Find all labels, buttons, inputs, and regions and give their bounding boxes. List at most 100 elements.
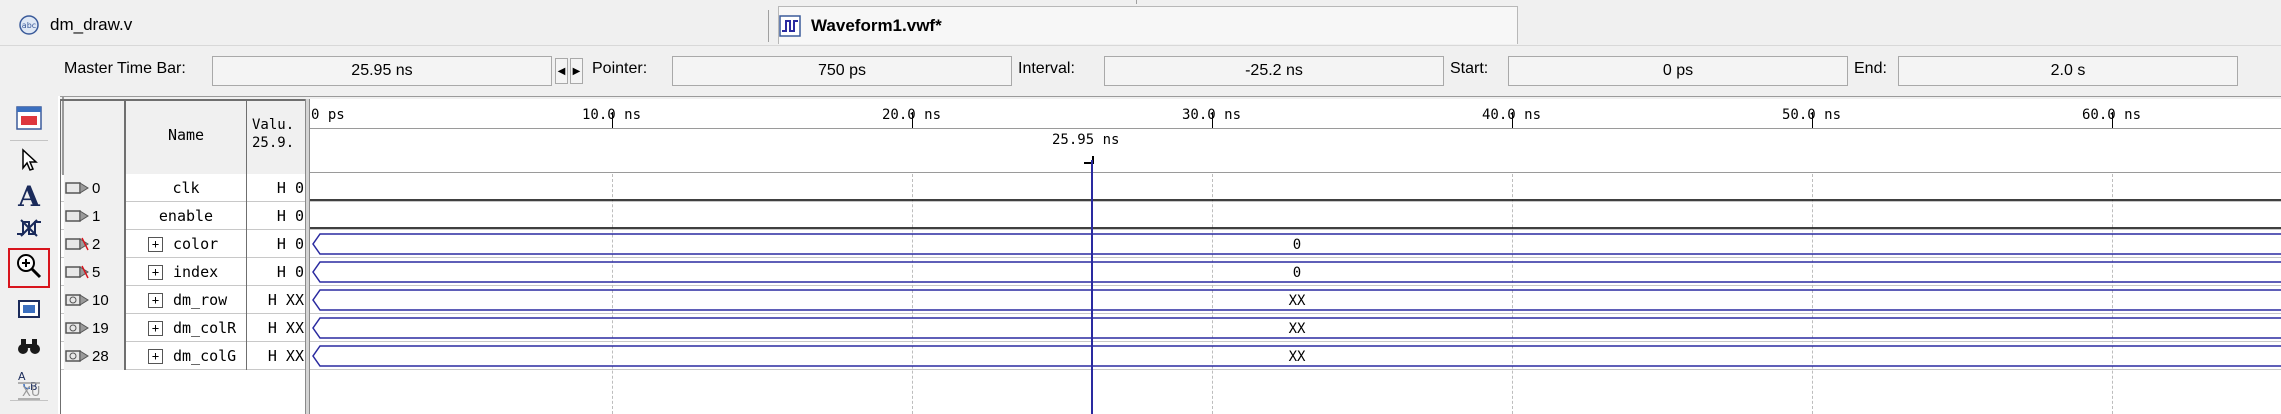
- value-column-header-line1: Valu.: [252, 117, 295, 133]
- svg-text:abc: abc: [22, 21, 36, 30]
- end-field: 2.0 s: [1898, 56, 2238, 86]
- input-pin-icon: [65, 210, 89, 222]
- uninitialized-button[interactable]: XU: [12, 378, 46, 408]
- name-column-header[interactable]: Name: [126, 126, 246, 144]
- column-divider: [246, 99, 247, 370]
- grid-border: [62, 97, 64, 175]
- uninitialized-icon: XU: [16, 379, 42, 408]
- signal-name: color: [173, 235, 219, 253]
- signal-index: 1: [92, 207, 101, 225]
- tab-waveform1[interactable]: Waveform1.vwf*: [778, 6, 1518, 44]
- tick-mark: [612, 112, 613, 128]
- master-time-bar-field[interactable]: 25.95 ns: [212, 56, 552, 86]
- signal-name-cell[interactable]: + dm_row: [126, 286, 246, 314]
- signal-index: 10: [92, 291, 109, 309]
- column-divider: [124, 99, 126, 370]
- signal-name-cell[interactable]: enable: [126, 202, 246, 230]
- prev-transition-button[interactable]: ◀: [555, 58, 568, 84]
- master-time-cursor[interactable]: [1091, 160, 1093, 414]
- signal-value-cell: H XX: [267, 347, 304, 365]
- tick-label: 0 ps: [311, 107, 345, 123]
- bus-value-label: XX: [1289, 293, 1306, 309]
- bus-value-label: XX: [1289, 321, 1306, 337]
- signal-index-cell[interactable]: 1: [64, 202, 126, 230]
- signal-index: 0: [92, 179, 101, 197]
- signal-value-cell: H 0: [276, 235, 304, 253]
- find-icon: [16, 335, 42, 362]
- tick-mark: [1212, 112, 1213, 128]
- waveform-editing-tool-button[interactable]: [12, 214, 46, 246]
- signal-name: enable: [158, 207, 214, 225]
- signal-index-cell[interactable]: 2: [64, 230, 126, 258]
- tab-dm-draw[interactable]: abc dm_draw.v: [18, 6, 758, 44]
- bus-pin-icon: [65, 265, 89, 279]
- signal-name-cell[interactable]: clk: [126, 174, 246, 202]
- expand-icon[interactable]: +: [148, 320, 163, 336]
- tab-divider: [1136, 0, 1137, 4]
- signal-index: 5: [92, 263, 101, 281]
- full-screen-icon: [17, 299, 41, 326]
- bus-value-label: XX: [1289, 349, 1306, 365]
- signal-value-cell: H XX: [267, 319, 304, 337]
- input-pin-icon: [65, 182, 89, 194]
- cursor-label-strip: [310, 129, 2281, 173]
- signal-name: index: [173, 263, 219, 281]
- signal-value-cell: H XX: [267, 291, 304, 309]
- signal-name: dm_row: [173, 291, 228, 309]
- document-tab-bar: abc dm_draw.v Waveform1.vwf*: [0, 0, 2281, 46]
- tab-label: Waveform1.vwf*: [811, 15, 942, 35]
- waveform-editor-button[interactable]: [12, 104, 46, 136]
- interval-field: -25.2 ns: [1104, 56, 1444, 86]
- waveform-editor-icon: [15, 105, 43, 136]
- zoom-tool-icon: [15, 252, 43, 285]
- signal-value-cell: H 0: [276, 263, 304, 281]
- expand-icon[interactable]: +: [148, 292, 163, 308]
- pointer-field: 750 ps: [672, 56, 1012, 86]
- signal-name: dm_colG: [173, 347, 237, 365]
- signal-name-cell[interactable]: + dm_colG: [126, 342, 246, 370]
- signal-index-cell[interactable]: 19: [64, 314, 126, 342]
- signal-index-cell[interactable]: 10: [64, 286, 126, 314]
- start-label: Start:: [1450, 60, 1489, 77]
- start-field: 0 ps: [1508, 56, 1848, 86]
- arrow-right-icon: ▶: [572, 65, 581, 77]
- waveform-file-icon: [779, 14, 801, 37]
- master-cursor-label[interactable]: 25.95 ns: [1052, 132, 1119, 148]
- text-tool-button[interactable]: A: [12, 180, 46, 213]
- signal-index-cell[interactable]: 5: [64, 258, 126, 286]
- svg-text:XU: XU: [22, 385, 40, 400]
- signal-name-cell[interactable]: + color: [126, 230, 246, 258]
- bus-pin-icon: [65, 237, 89, 251]
- expand-icon[interactable]: +: [148, 264, 163, 280]
- tick-mark: [912, 112, 913, 128]
- tick-mark: [2112, 112, 2113, 128]
- zoom-tool-button[interactable]: [8, 248, 50, 288]
- toolbar-separator: [10, 140, 48, 141]
- signal-index: 19: [92, 319, 109, 337]
- signal-name: dm_colR: [173, 319, 237, 337]
- full-screen-button[interactable]: [12, 296, 46, 328]
- tab-divider: [768, 10, 769, 42]
- signal-name-cell[interactable]: + index: [126, 258, 246, 286]
- selection-tool-button[interactable]: [12, 146, 46, 178]
- signal-value-cell: H 0: [276, 179, 304, 197]
- bus-pin-icon: [65, 294, 89, 306]
- signal-index-cell[interactable]: 28: [64, 342, 126, 370]
- tab-label: dm_draw.v: [50, 15, 133, 34]
- selection-tool-icon: [18, 147, 40, 177]
- signal-name-cell[interactable]: + dm_colR: [126, 314, 246, 342]
- find-button[interactable]: [12, 332, 46, 364]
- next-transition-button[interactable]: ▶: [570, 58, 583, 84]
- verilog-file-icon: abc: [18, 14, 40, 36]
- value-column-header[interactable]: Valu. 25.9.: [252, 116, 294, 152]
- end-label: End:: [1854, 60, 1887, 77]
- signal-name: clk: [172, 179, 200, 197]
- waveform-toolbar: A AB XU: [0, 96, 58, 414]
- expand-icon[interactable]: +: [148, 236, 163, 252]
- tick-mark: [1512, 112, 1513, 128]
- signal-index-cell[interactable]: 0: [64, 174, 126, 202]
- expand-icon[interactable]: +: [148, 348, 163, 364]
- waveform-traces[interactable]: 0 0 XX XX XX: [310, 174, 2281, 370]
- bus-pin-icon: [65, 322, 89, 334]
- signal-value-cell: H 0: [276, 207, 304, 225]
